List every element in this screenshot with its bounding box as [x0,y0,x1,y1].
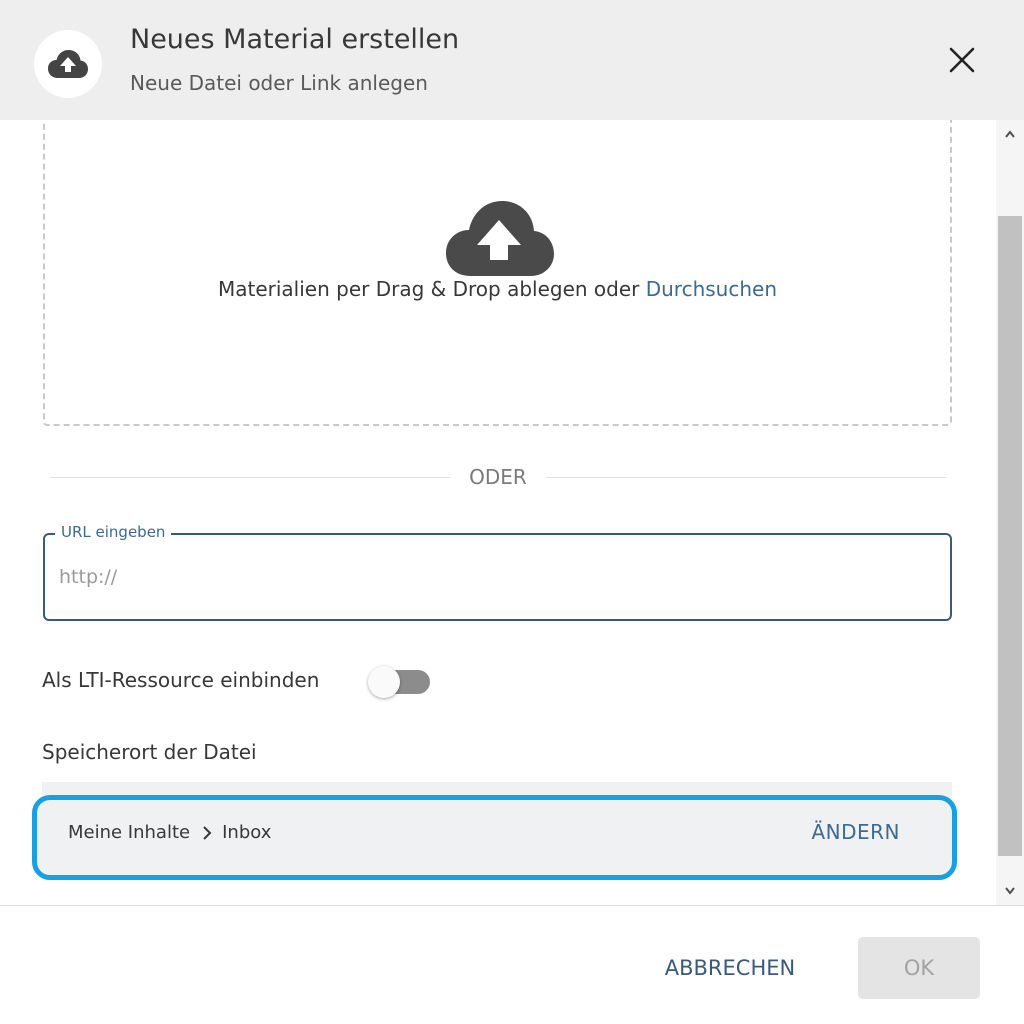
dropzone-instruction: Materialien per Drag & Drop ablegen oder [217,277,646,301]
chevron-up-icon [1005,130,1015,138]
url-input[interactable] [59,561,929,593]
dialog-title: Neues Material erstellen [130,24,460,55]
scrollbar-thumb[interactable] [998,216,1022,856]
lti-label: Als LTI-Ressource einbinden [42,668,320,692]
scroll-down-button[interactable] [996,879,1024,903]
chevron-down-icon [1005,887,1015,895]
scroll-up-button[interactable] [996,122,1024,146]
close-button[interactable] [940,38,984,82]
location-box: Meine Inhalte Inbox ÄNDERN [32,795,957,880]
dialog-content: Materialien per Drag & Drop ablegen oder… [0,120,996,905]
or-separator: ODER [50,465,946,491]
file-dropzone[interactable]: Materialien per Drag & Drop ablegen oder… [43,120,952,426]
ok-button[interactable]: OK [858,937,980,999]
dialog-footer: ABBRECHEN OK [0,905,1024,1024]
dialog-header: Neues Material erstellen Neue Datei oder… [0,0,1024,120]
lti-toggle-knob [368,666,400,698]
location-heading: Speicherort der Datei [42,740,257,764]
cloud-upload-icon [446,201,554,276]
or-separator-text: ODER [469,465,527,489]
chevron-right-icon [202,825,212,841]
browse-link[interactable]: Durchsuchen [646,277,777,301]
scrollbar[interactable] [996,120,1024,905]
breadcrumb-item-inbox[interactable]: Inbox [222,822,271,843]
url-field-label: URL eingeben [55,523,172,541]
change-location-button[interactable]: ÄNDERN [811,820,900,844]
lti-toggle[interactable] [368,666,430,698]
url-field[interactable]: URL eingeben [43,523,952,621]
breadcrumb: Meine Inhalte Inbox [68,822,271,843]
dropzone-text: Materialien per Drag & Drop ablegen oder… [45,277,950,301]
close-icon [949,47,975,73]
cloud-upload-icon [34,30,102,98]
breadcrumb-item-meine-inhalte[interactable]: Meine Inhalte [68,822,190,843]
dialog-subtitle: Neue Datei oder Link anlegen [130,71,428,95]
cancel-button[interactable]: ABBRECHEN [648,938,812,998]
